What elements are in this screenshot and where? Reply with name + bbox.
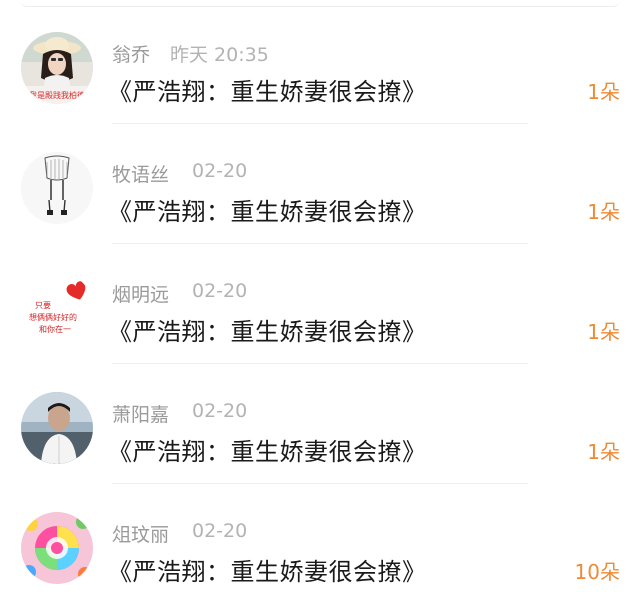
sender-name[interactable]: 俎玟丽: [112, 520, 169, 547]
book-title[interactable]: 《严浩翔：重生娇妻很会撩》: [108, 192, 427, 227]
book-title[interactable]: 《严浩翔：重生娇妻很会撩》: [108, 312, 427, 347]
book-title[interactable]: 《严浩翔：重生娇妻很会撩》: [108, 432, 427, 467]
list-item[interactable]: 俎玟丽 02-20 《严浩翔：重生娇妻很会撩》 10朵: [0, 484, 640, 604]
gift-time: 02-20: [192, 520, 248, 542]
list-item[interactable]: 萧阳嘉 02-20 《严浩翔：重生娇妻很会撩》 1朵: [0, 364, 640, 484]
heart-text-avatar-image: 只要 想俩俩好好的 和你在一: [21, 272, 93, 344]
list-item[interactable]: 只要 想俩俩好好的 和你在一 烟明远 02-20 《严浩翔：重生娇妻很会撩》 1…: [0, 244, 640, 364]
list-item[interactable]: 我是殿践我柏德 翁乔 昨天 20:35 《严浩翔：重生娇妻很会撩》 1朵: [0, 4, 640, 124]
gift-time: 02-20: [192, 400, 248, 422]
sender-name[interactable]: 牧语丝: [112, 160, 169, 187]
sender-name[interactable]: 萧阳嘉: [112, 400, 169, 427]
heart-text-avatar[interactable]: 只要 想俩俩好好的 和你在一: [21, 272, 93, 344]
lollipop-avatar[interactable]: [21, 512, 93, 584]
lollipop-avatar-image: [21, 512, 93, 584]
man-photo-avatar[interactable]: [21, 392, 93, 464]
flower-count: 1朵: [587, 80, 620, 104]
flower-count: 10朵: [574, 560, 620, 584]
book-title[interactable]: 《严浩翔：重生娇妻很会撩》: [108, 552, 427, 587]
book-title[interactable]: 《严浩翔：重生娇妻很会撩》: [108, 72, 427, 107]
gift-time: 02-20: [192, 160, 248, 182]
girl-hat-avatar[interactable]: 我是殿践我柏德: [21, 32, 93, 104]
girl-hat-avatar-image: 我是殿践我柏德: [21, 32, 93, 104]
flower-count: 1朵: [587, 200, 620, 224]
gift-time: 昨天 20:35: [170, 44, 269, 66]
avatar-caption-line: 只要: [35, 301, 51, 310]
flower-count: 1朵: [587, 440, 620, 464]
sketch-figure-avatar-image: [21, 152, 93, 224]
avatar-caption-line: 想俩俩好好的: [29, 312, 77, 322]
flower-count: 1朵: [587, 320, 620, 344]
man-photo-avatar-image: [21, 392, 93, 464]
sender-name[interactable]: 翁乔: [112, 40, 150, 67]
avatar-caption-line: 和你在一: [39, 324, 71, 334]
sender-name[interactable]: 烟明远: [112, 280, 169, 307]
gift-time: 02-20: [192, 280, 248, 302]
sketch-figure-avatar[interactable]: [21, 152, 93, 224]
avatar-caption: 我是殿践我柏德: [29, 90, 85, 100]
list-item[interactable]: 牧语丝 02-20 《严浩翔：重生娇妻很会撩》 1朵: [0, 124, 640, 244]
